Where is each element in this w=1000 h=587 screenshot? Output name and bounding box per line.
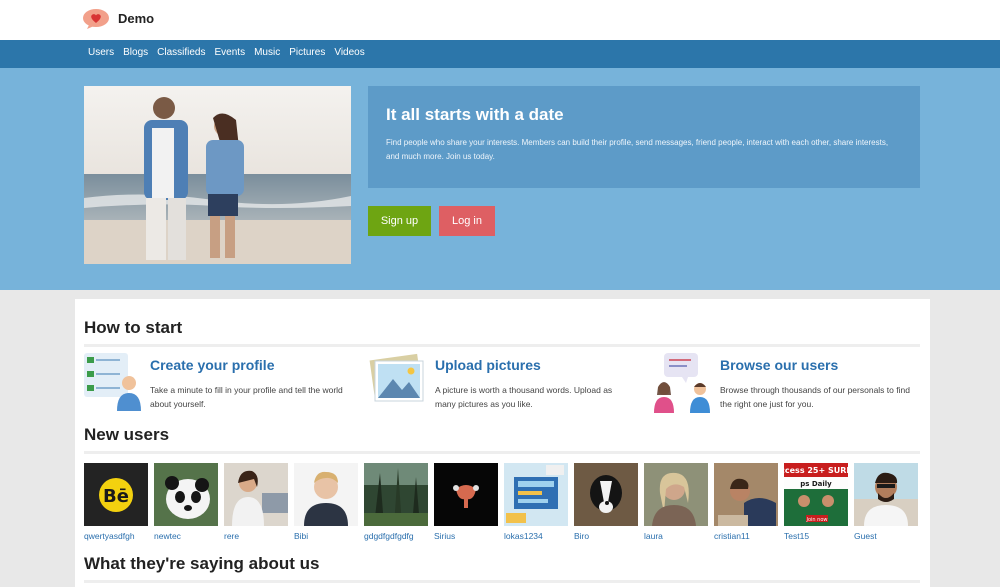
svg-text:ps Daily: ps Daily bbox=[800, 480, 832, 488]
nav-item-videos[interactable]: Videos bbox=[334, 47, 364, 58]
nav-item-music[interactable]: Music bbox=[254, 47, 280, 58]
user-name-link[interactable]: gdgdfgdfgdfg bbox=[364, 531, 428, 541]
user-name-link[interactable]: Biro bbox=[574, 531, 638, 541]
feature-text-upload-pictures: A picture is worth a thousand words. Upl… bbox=[435, 385, 613, 409]
new-users-heading: New users bbox=[84, 425, 170, 444]
user-card[interactable]: Bibi bbox=[294, 463, 358, 541]
feature-title-browse-users[interactable]: Browse our users bbox=[720, 357, 838, 373]
user-avatar[interactable] bbox=[294, 463, 358, 526]
site-brand[interactable]: Demo bbox=[118, 11, 154, 26]
users-chat-icon bbox=[654, 353, 710, 413]
testimonials-heading: What they're saying about us bbox=[84, 554, 320, 573]
nav-item-classifieds[interactable]: Classifieds bbox=[157, 47, 205, 58]
nav-item-events[interactable]: Events bbox=[215, 47, 246, 58]
user-avatar[interactable]: Bē bbox=[84, 463, 148, 526]
user-card[interactable]: cristian11 bbox=[714, 463, 778, 541]
user-name-link[interactable]: Test15 bbox=[784, 531, 848, 541]
hero-title: It all starts with a date bbox=[386, 105, 564, 124]
heart-chat-logo-icon[interactable] bbox=[82, 8, 110, 30]
user-avatar[interactable] bbox=[644, 463, 708, 526]
user-avatar[interactable] bbox=[224, 463, 288, 526]
user-avatar[interactable] bbox=[854, 463, 918, 526]
top-bar: Demo bbox=[0, 0, 1000, 40]
hero-couple-photo bbox=[84, 86, 351, 264]
section-divider bbox=[84, 344, 920, 347]
nav-item-users[interactable]: Users bbox=[88, 47, 114, 58]
user-name-link[interactable]: laura bbox=[644, 531, 708, 541]
feature-text-create-profile: Take a minute to fill in your profile an… bbox=[150, 385, 343, 409]
user-card[interactable]: Sirius bbox=[434, 463, 498, 541]
feature-title-create-profile[interactable]: Create your profile bbox=[150, 357, 274, 373]
user-avatar[interactable] bbox=[714, 463, 778, 526]
main-nav: Users Blogs Classifieds Events Music Pic… bbox=[88, 47, 365, 58]
user-card[interactable]: laura bbox=[644, 463, 708, 541]
nav-item-blogs[interactable]: Blogs bbox=[123, 47, 148, 58]
user-card[interactable]: Guest bbox=[854, 463, 918, 541]
main-nav-bar: Users Blogs Classifieds Events Music Pic… bbox=[0, 40, 1000, 68]
user-avatar[interactable]: ccess 25+ SURE ps Daily Join now bbox=[784, 463, 848, 526]
user-name-link[interactable]: cristian11 bbox=[714, 531, 778, 541]
svg-text:ccess 25+ SURE: ccess 25+ SURE bbox=[784, 466, 848, 475]
user-card[interactable]: newtec bbox=[154, 463, 218, 541]
hero-section: It all starts with a date Find people wh… bbox=[0, 68, 1000, 290]
user-avatar[interactable] bbox=[504, 463, 568, 526]
pictures-icon bbox=[369, 353, 424, 402]
user-avatar[interactable] bbox=[364, 463, 428, 526]
feature-title-upload-pictures[interactable]: Upload pictures bbox=[435, 357, 541, 373]
user-name-link[interactable]: newtec bbox=[154, 531, 218, 541]
content-panel: How to start Create your profile Take a … bbox=[75, 299, 930, 587]
user-name-link[interactable]: lokas1234 bbox=[504, 531, 568, 541]
section-divider bbox=[84, 451, 920, 454]
hero-description: Find people who share your interests. Me… bbox=[386, 138, 889, 161]
how-to-start-heading: How to start bbox=[84, 318, 183, 337]
user-card[interactable]: gdgdfgdfgdfg bbox=[364, 463, 428, 541]
user-name-link[interactable]: Guest bbox=[854, 531, 918, 541]
nav-item-pictures[interactable]: Pictures bbox=[289, 47, 325, 58]
feature-browse-users: Browse our users Browse through thousand… bbox=[654, 351, 934, 415]
new-users-grid: Bē qwertyasdfgh newtec rere Bibi gdgdfgd… bbox=[84, 463, 929, 553]
user-name-link[interactable]: qwertyasdfgh bbox=[84, 531, 148, 541]
user-card[interactable]: ccess 25+ SURE ps Daily Join now Test15 bbox=[784, 463, 848, 541]
section-divider bbox=[84, 580, 920, 583]
hero-intro-box: It all starts with a date Find people wh… bbox=[368, 86, 920, 188]
user-card[interactable]: rere bbox=[224, 463, 288, 541]
user-avatar[interactable] bbox=[154, 463, 218, 526]
user-card[interactable]: Bē qwertyasdfgh bbox=[84, 463, 148, 541]
user-name-link[interactable]: Bibi bbox=[294, 531, 358, 541]
user-card[interactable]: lokas1234 bbox=[504, 463, 568, 541]
svg-text:Bē: Bē bbox=[103, 486, 129, 507]
log-in-button[interactable]: Log in bbox=[439, 206, 495, 236]
svg-text:Join now: Join now bbox=[806, 517, 828, 523]
user-avatar[interactable] bbox=[574, 463, 638, 526]
feature-create-profile: Create your profile Take a minute to fil… bbox=[84, 351, 364, 415]
feature-text-browse-users: Browse through thousands of our personal… bbox=[720, 385, 910, 409]
user-avatar[interactable] bbox=[434, 463, 498, 526]
user-card[interactable]: Biro bbox=[574, 463, 638, 541]
user-name-link[interactable]: Sirius bbox=[434, 531, 498, 541]
profile-checklist-icon bbox=[84, 353, 141, 411]
feature-upload-pictures: Upload pictures A picture is worth a tho… bbox=[369, 351, 649, 415]
sign-up-button[interactable]: Sign up bbox=[368, 206, 431, 236]
user-name-link[interactable]: rere bbox=[224, 531, 288, 541]
